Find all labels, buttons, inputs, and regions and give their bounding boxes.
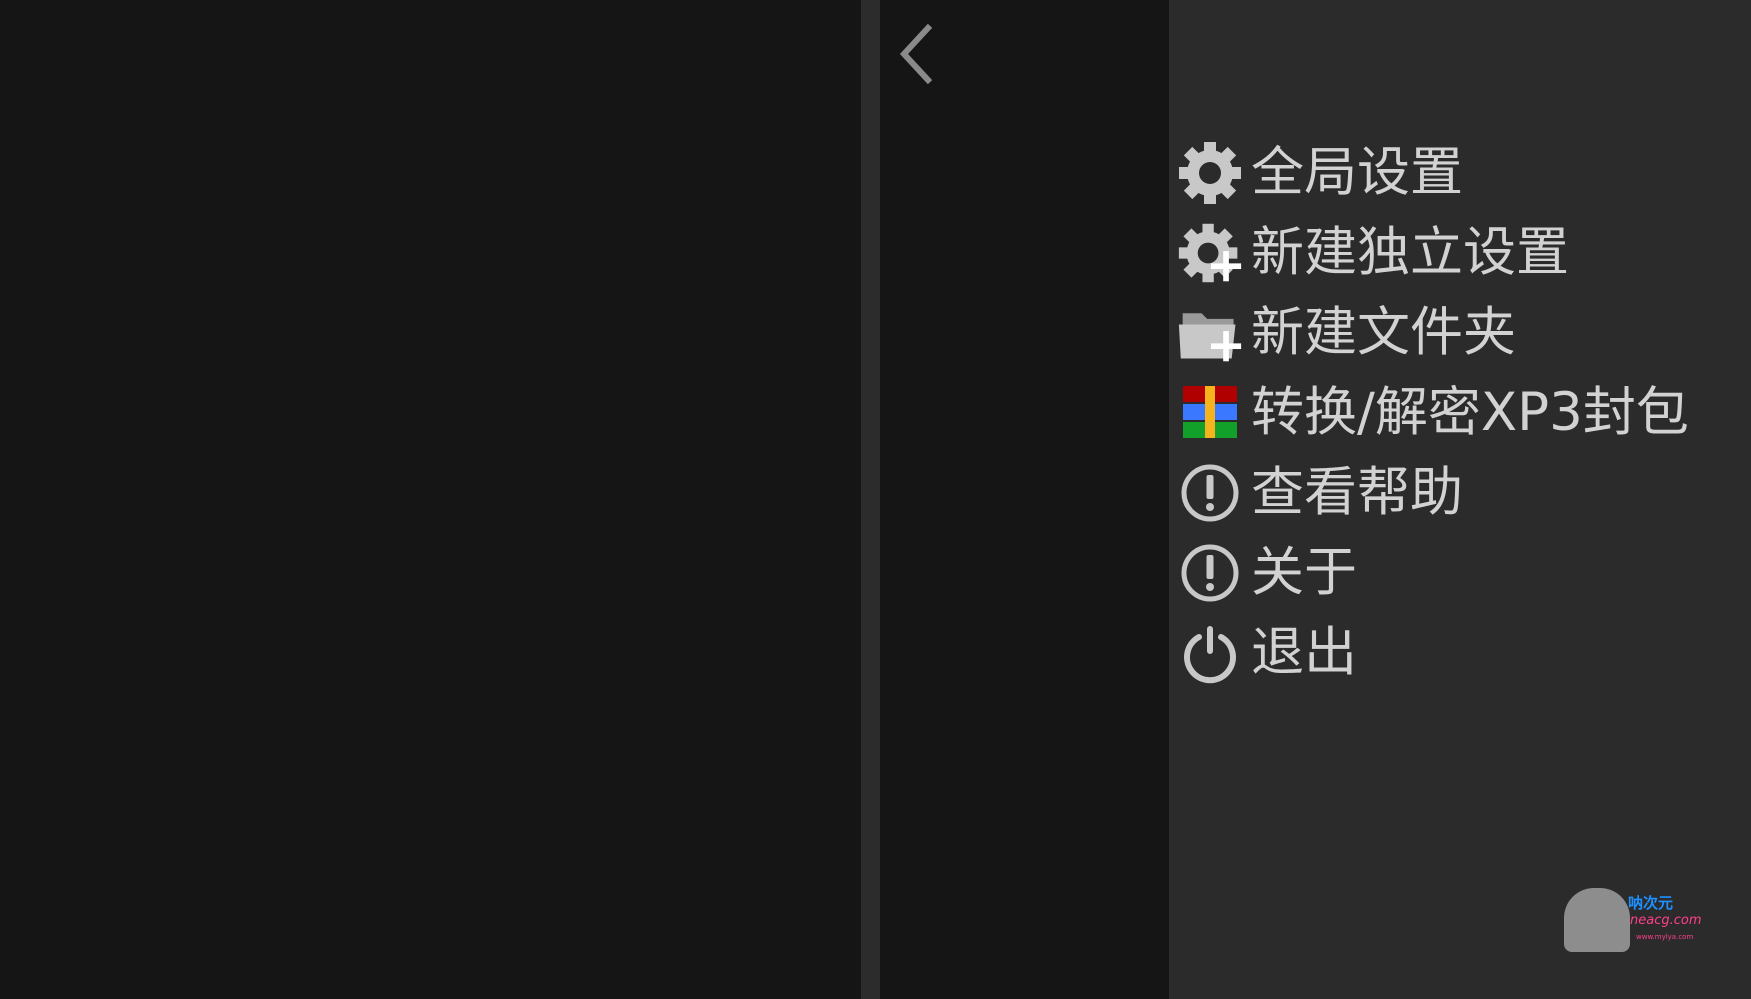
- chevron-left-icon: [899, 24, 933, 84]
- menu-item-convert-decrypt-xp3[interactable]: 转换/解密XP3封包: [1177, 373, 1751, 453]
- gear-icon: [1177, 140, 1243, 206]
- exclamation-circle-icon: [1177, 540, 1243, 606]
- menu-item-about[interactable]: 关于: [1177, 533, 1751, 613]
- watermark-url: www.mylya.com: [1636, 933, 1694, 941]
- panel-divider[interactable]: [861, 0, 880, 999]
- folder-plus-icon: [1177, 300, 1243, 366]
- back-button[interactable]: [890, 22, 942, 86]
- menu-label-convert-decrypt-xp3: 转换/解密XP3封包: [1251, 382, 1689, 443]
- menu-label-new-folder: 新建文件夹: [1251, 302, 1516, 363]
- menu-item-new-folder[interactable]: 新建文件夹: [1177, 293, 1751, 373]
- menu-label-view-help: 查看帮助: [1251, 462, 1463, 523]
- menu-item-new-independent-settings[interactable]: 新建独立设置: [1177, 213, 1751, 293]
- menu-label-global-settings: 全局设置: [1251, 142, 1463, 203]
- middle-panel: [880, 0, 1169, 999]
- mascot-avatar: [1564, 888, 1630, 952]
- gear-plus-icon: [1177, 220, 1243, 286]
- menu-label-about: 关于: [1251, 542, 1357, 603]
- menu-item-view-help[interactable]: 查看帮助: [1177, 453, 1751, 533]
- watermark-name: 呐次元: [1628, 894, 1674, 912]
- power-icon: [1177, 620, 1243, 686]
- watermark-logo: 呐次元 neacg.com www.mylya.com: [1564, 886, 1702, 954]
- exclamation-circle-icon: [1177, 460, 1243, 526]
- drawer-menu: 全局设置 新建独立设置 新建文件夹 转换/解密XP3封包 查看帮助 关于 退出: [1177, 133, 1751, 693]
- menu-item-global-settings[interactable]: 全局设置: [1177, 133, 1751, 213]
- menu-item-exit[interactable]: 退出: [1177, 613, 1751, 693]
- watermark-domain: neacg.com: [1630, 913, 1702, 928]
- menu-label-new-independent-settings: 新建独立设置: [1251, 222, 1569, 283]
- archive-icon: [1177, 380, 1243, 446]
- left-panel: [0, 0, 861, 999]
- menu-label-exit: 退出: [1251, 622, 1357, 683]
